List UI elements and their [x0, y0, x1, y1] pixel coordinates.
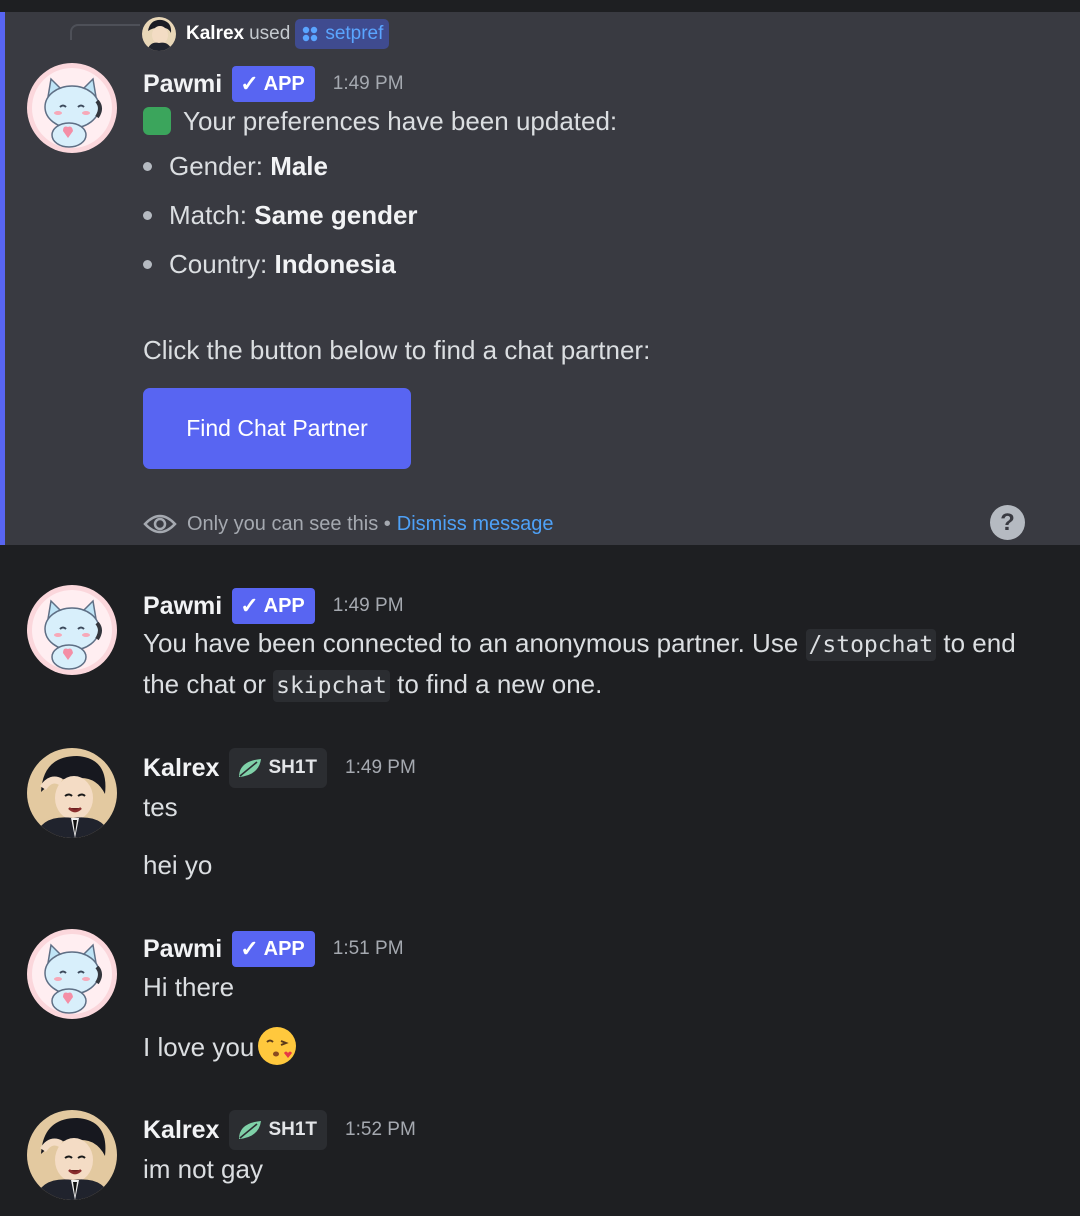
message-header: Kalrex SH1T 1:52 PM [143, 1110, 416, 1150]
message-header: Kalrex SH1T 1:49 PM [143, 748, 416, 788]
author-name[interactable]: Kalrex [143, 754, 219, 783]
role-badge: SH1T [229, 748, 328, 788]
kiss-emoji [258, 1027, 297, 1065]
author-name[interactable]: Pawmi [143, 935, 222, 964]
text-segment: to end [943, 628, 1016, 658]
check-icon: ✓ [240, 71, 259, 96]
message-line: I love you [143, 1027, 297, 1068]
footer-separator: • [383, 512, 391, 535]
message-line: the chat or skipchat to find a new one. [143, 669, 603, 702]
author-name[interactable]: Pawmi [143, 70, 222, 99]
ephemeral-accent-bar [0, 12, 5, 545]
role-label: SH1T [268, 1119, 318, 1140]
bullet [143, 161, 152, 171]
message-line: tes [143, 792, 178, 822]
kalrex-mini-avatar[interactable] [142, 17, 176, 51]
app-badge: ✓ APP [232, 588, 315, 624]
pref-item: Country: Indonesia [143, 249, 396, 280]
app-badge-label: APP [263, 937, 305, 960]
prefs-heading: Your preferences have been updated: [183, 106, 618, 136]
pref-value: Male [270, 151, 328, 181]
dismiss-message-link[interactable]: Dismiss message [397, 513, 554, 536]
pawmi-avatar[interactable] [27, 63, 117, 153]
message-header: Pawmi ✓ APP 1:49 PM [143, 66, 404, 102]
command-name: setpref [325, 23, 384, 44]
role-badge: SH1T [229, 1110, 328, 1150]
interaction-header: Kalrex used setpref [142, 16, 390, 52]
pref-label: Gender: [169, 151, 263, 181]
only-you-text: Only you can see this [187, 512, 379, 535]
leaf-icon [239, 759, 262, 777]
app-badge-label: APP [263, 594, 305, 617]
app-badge: ✓ APP [232, 66, 315, 102]
help-icon[interactable]: ? [990, 505, 1025, 540]
pref-item: Match: Same gender [143, 200, 418, 231]
message-header: Pawmi ✓ APP 1:49 PM [143, 588, 404, 624]
author-name[interactable]: Kalrex [143, 1116, 219, 1145]
button-prompt: Click the button below to find a chat pa… [143, 335, 651, 365]
pref-value: Same gender [254, 200, 418, 230]
reply-spine [70, 24, 140, 40]
pref-value: Indonesia [274, 249, 396, 279]
kalrex-avatar[interactable] [27, 1110, 117, 1200]
message-line: Your preferences have been updated: [143, 106, 617, 137]
bullet [143, 210, 152, 220]
message-line: im not gay [143, 1154, 263, 1184]
interaction-used-label: used [249, 23, 291, 44]
text-segment: the chat or [143, 669, 266, 699]
author-name[interactable]: Pawmi [143, 592, 222, 621]
pref-item: Gender: Male [143, 151, 328, 182]
pref-label: Match: [169, 200, 248, 230]
check-box-emoji [143, 107, 171, 136]
pawmi-avatar[interactable] [27, 929, 117, 1019]
timestamp[interactable]: 1:49 PM [333, 595, 404, 617]
pref-label: Country: [169, 249, 268, 279]
slash-command-pill[interactable]: setpref [295, 19, 390, 49]
check-icon: ✓ [240, 593, 259, 618]
timestamp[interactable]: 1:49 PM [345, 757, 416, 779]
check-icon: ✓ [240, 936, 259, 961]
text-segment: I love you [143, 1031, 255, 1062]
interaction-user[interactable]: Kalrex [186, 23, 244, 45]
inline-code: skipchat [273, 670, 390, 702]
timestamp[interactable]: 1:52 PM [345, 1119, 416, 1141]
text-segment: You have been connected to an anonymous … [143, 628, 799, 658]
text-segment: to find a new one. [397, 669, 603, 699]
slash-command-icon [303, 26, 318, 42]
kalrex-avatar[interactable] [27, 748, 117, 838]
timestamp[interactable]: 1:49 PM [333, 73, 404, 95]
bullet [143, 259, 152, 269]
find-chat-partner-button[interactable]: Find Chat Partner [143, 388, 411, 469]
message-line: hei yo [143, 850, 213, 880]
timestamp[interactable]: 1:51 PM [333, 938, 404, 960]
ephemeral-footer: Only you can see this • Dismiss message [143, 506, 554, 542]
leaf-icon [239, 1121, 262, 1139]
pawmi-avatar[interactable] [27, 585, 117, 675]
message-header: Pawmi ✓ APP 1:51 PM [143, 931, 404, 967]
eye-icon [143, 514, 177, 534]
message-line: Hi there [143, 972, 235, 1002]
top-divider [0, 0, 1080, 12]
role-label: SH1T [268, 757, 318, 778]
app-badge: ✓ APP [232, 931, 315, 967]
app-badge-label: APP [263, 72, 305, 95]
inline-code: /stopchat [805, 629, 937, 661]
message-line: You have been connected to an anonymous … [143, 628, 1016, 661]
